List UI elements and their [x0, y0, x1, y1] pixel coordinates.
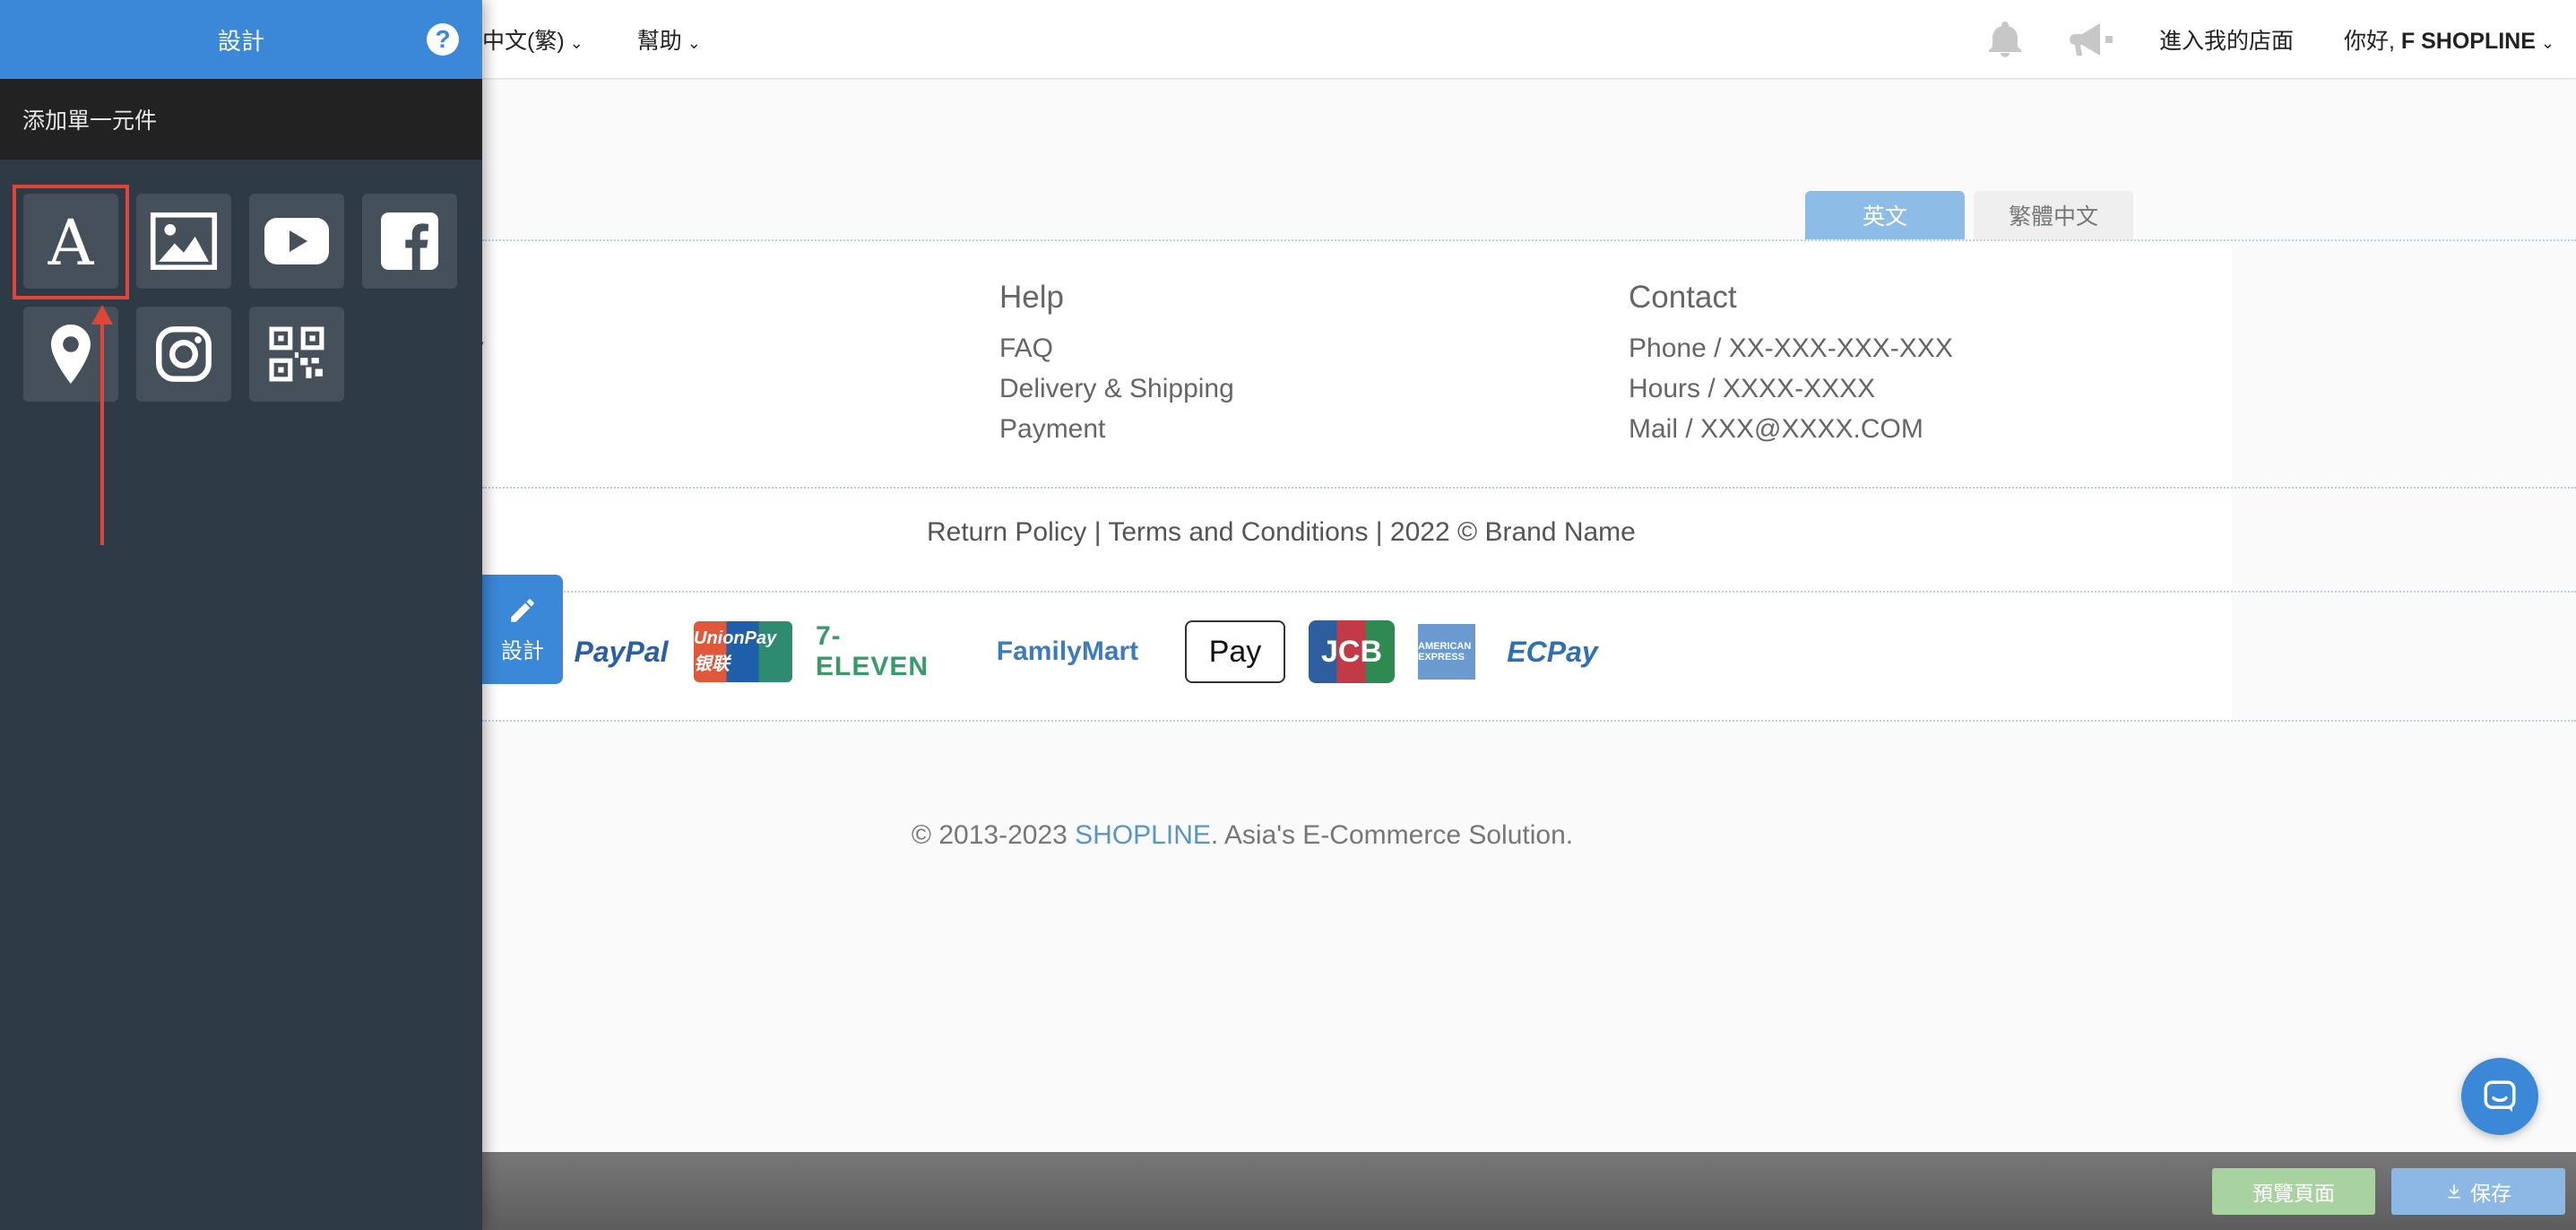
- footer-column-contact: Contact Phone / XX-XXX-XXX-XXX Hours / X…: [1629, 277, 1953, 449]
- enter-store-link[interactable]: 進入我的店面: [2159, 23, 2294, 56]
- sidebar-title: 設計: [217, 27, 264, 55]
- copyright-text: © 2013-2023 SHOPLINE. Asia's E-Commerce …: [482, 820, 2002, 851]
- question-circle-icon[interactable]: ?: [427, 23, 459, 56]
- language-menu-label: 中文(繁): [482, 29, 565, 54]
- footer-link[interactable]: n: [482, 408, 554, 448]
- instagram-icon: [156, 326, 212, 382]
- save-label: 保存: [2470, 1182, 2511, 1205]
- help-menu[interactable]: 幫助 ⌄: [637, 23, 701, 56]
- chevron-down-icon: ⌄: [569, 34, 583, 52]
- design-tab-label: 設計: [501, 638, 544, 663]
- unionpay-logo: UnionPay 银联: [694, 621, 792, 682]
- youtube-icon: [264, 218, 329, 264]
- design-tab-button[interactable]: 設計: [482, 575, 563, 684]
- footer-column-left: ory es n: [482, 327, 554, 448]
- user-name: F SHOPLINE: [2400, 29, 2536, 54]
- chevron-down-icon: ⌄: [2540, 34, 2554, 52]
- language-menu[interactable]: 中文(繁) ⌄: [482, 23, 583, 56]
- payment-logos: PayPal UnionPay 银联 7-ELEVEN FamilyMart P…: [572, 616, 1606, 688]
- image-icon: [150, 212, 218, 270]
- faq-link[interactable]: FAQ: [999, 328, 1234, 368]
- mail-text: Mail / XXX@XXXX.COM: [1629, 414, 1923, 444]
- add-instagram-widget[interactable]: [136, 307, 231, 402]
- amex-logo: AMERICAN EXPRESS: [1418, 624, 1475, 680]
- greeting-text: 你好,: [2343, 29, 2395, 54]
- copyright-suffix: . Asia's E-Commerce Solution.: [1210, 820, 1574, 850]
- add-qrcode-widget[interactable]: [249, 307, 344, 402]
- qrcode-icon: [269, 326, 324, 382]
- help-menu-label: 幫助: [636, 29, 682, 54]
- tab-english[interactable]: 英文: [1805, 191, 1965, 239]
- language-tabs: 英文 繁體中文: [1805, 191, 2133, 239]
- design-sidebar: 設計 ? 添加單一元件 A: [0, 0, 482, 1230]
- bottom-bar: 預覽頁面 保存: [482, 1152, 2576, 1230]
- divider: [482, 591, 2576, 593]
- footer-link[interactable]: ory: [482, 327, 554, 368]
- shopline-link[interactable]: SHOPLINE: [1075, 820, 1211, 850]
- preview-page-button[interactable]: 預覽頁面: [2212, 1168, 2375, 1215]
- pencil-icon: [511, 598, 534, 622]
- map-pin-icon: [51, 325, 91, 384]
- phone-text: Phone / XX-XXX-XXX-XXX: [1629, 333, 1953, 363]
- sidebar-header: 設計 ?: [0, 0, 482, 79]
- highlight-box: [13, 185, 129, 299]
- divider: [482, 720, 2576, 722]
- chat-launcher-button[interactable]: [2461, 1058, 2538, 1135]
- chat-icon: [2484, 1080, 2516, 1113]
- bell-icon[interactable]: [1984, 18, 2027, 61]
- chevron-down-icon: ⌄: [687, 34, 701, 52]
- top-nav-left: 中文(繁) ⌄ 幫助 ⌄: [482, 0, 701, 79]
- jcb-logo: JCB: [1309, 620, 1395, 683]
- ecpay-logo: ECPay: [1507, 635, 1598, 668]
- familymart-logo: FamilyMart: [996, 637, 1139, 666]
- add-facebook-widget[interactable]: [362, 194, 457, 289]
- apple-pay-logo: Pay: [1185, 620, 1285, 683]
- add-element-section: 添加單一元件: [0, 79, 482, 160]
- save-button[interactable]: 保存: [2391, 1168, 2565, 1215]
- hours-text: Hours / XXXX-XXXX: [1629, 374, 1876, 403]
- top-nav-right: 進入我的店面 你好, F SHOPLINE ⌄: [1984, 0, 2554, 79]
- arrow-up-icon: [91, 305, 113, 545]
- delivery-shipping-link[interactable]: Delivery & Shipping: [999, 368, 1234, 409]
- paypal-logo: PayPal: [574, 635, 669, 668]
- facebook-icon: [381, 212, 438, 270]
- add-youtube-widget[interactable]: [249, 194, 344, 289]
- help-heading: Help: [999, 280, 1064, 315]
- page-preview: 英文 繁體中文 ory es n Help FAQ Delivery & Shi…: [482, 80, 2576, 1152]
- add-image-widget[interactable]: [136, 194, 231, 289]
- payment-link[interactable]: Payment: [999, 409, 1234, 449]
- footer-link[interactable]: es: [482, 368, 554, 408]
- tab-traditional-chinese[interactable]: 繁體中文: [1974, 191, 2133, 239]
- copyright-prefix: © 2013-2023: [911, 820, 1076, 850]
- user-menu[interactable]: 你好, F SHOPLINE ⌄: [2344, 23, 2554, 56]
- seven-eleven-logo: 7-ELEVEN: [816, 621, 929, 681]
- megaphone-icon[interactable]: [2069, 18, 2116, 61]
- footer-column-help: Help FAQ Delivery & Shipping Payment: [999, 277, 1234, 449]
- download-icon: [2448, 1184, 2460, 1199]
- contact-heading: Contact: [1629, 280, 1737, 315]
- divider: [482, 487, 2576, 489]
- policy-text: Return Policy | Terms and Conditions | 2…: [927, 517, 1636, 547]
